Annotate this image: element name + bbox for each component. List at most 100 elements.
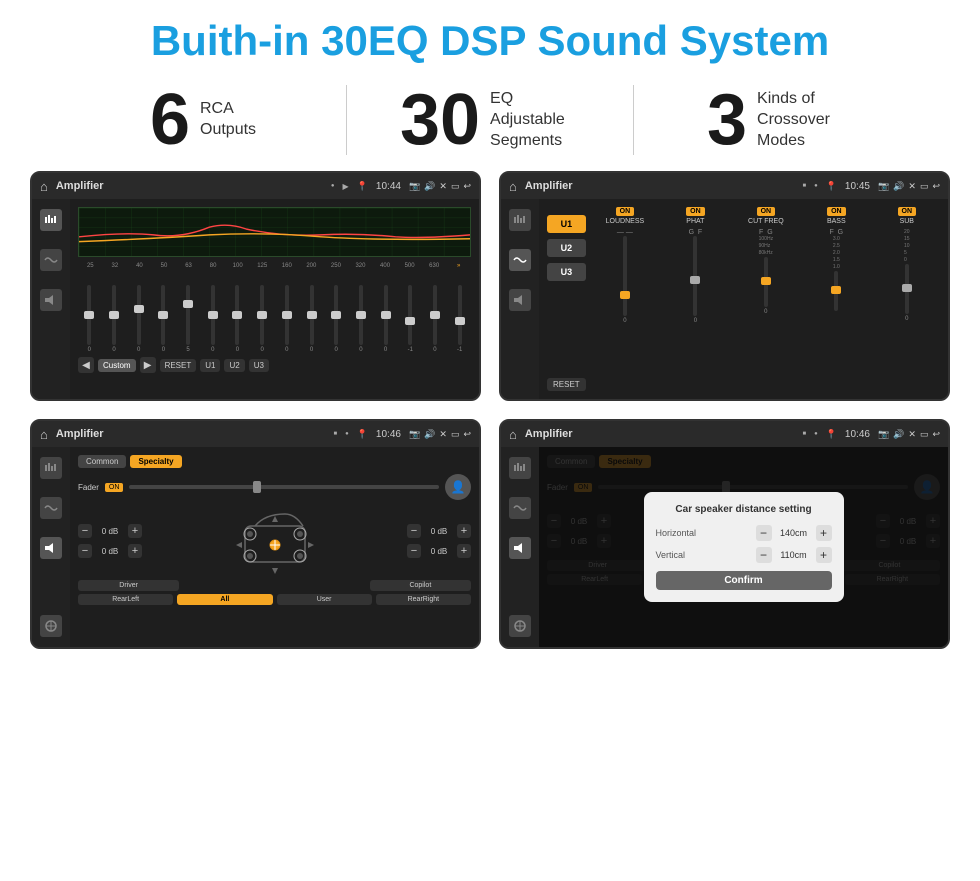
cutfreq-on[interactable]: ON bbox=[757, 207, 776, 216]
screen2-wave-icon[interactable] bbox=[509, 249, 531, 271]
screen4-eq-icon[interactable] bbox=[509, 457, 531, 479]
right-plus-1[interactable]: + bbox=[457, 524, 471, 538]
horizontal-value-row: − 140cm + bbox=[756, 525, 832, 541]
u1-btn[interactable]: U1 bbox=[200, 359, 220, 372]
driver-btn[interactable]: Driver bbox=[78, 580, 179, 591]
reset-btn[interactable]: RESET bbox=[160, 359, 197, 372]
screen2-sidebar bbox=[501, 199, 539, 399]
bass-slider[interactable] bbox=[834, 271, 838, 311]
right-minus-2[interactable]: − bbox=[407, 544, 421, 558]
u2-select-btn[interactable]: U2 bbox=[547, 239, 586, 257]
fader-slider[interactable] bbox=[129, 485, 439, 489]
screen2-home-icon[interactable]: ⌂ bbox=[509, 179, 517, 194]
screen4-home-icon[interactable]: ⌂ bbox=[509, 427, 517, 442]
fader-on-badge[interactable]: ON bbox=[105, 483, 124, 492]
eq-slider-3[interactable]: 0 bbox=[152, 273, 175, 353]
all-btn[interactable]: All bbox=[177, 594, 272, 605]
user-btn[interactable]: User bbox=[277, 594, 372, 605]
screen2-speaker-icon[interactable] bbox=[509, 289, 531, 311]
loudness-on[interactable]: ON bbox=[616, 207, 635, 216]
screen3-home-icon[interactable]: ⌂ bbox=[40, 427, 48, 442]
sidebar-eq-icon[interactable] bbox=[40, 209, 62, 231]
screen4-speaker-icon[interactable] bbox=[509, 537, 531, 559]
eq-slider-11[interactable]: 0 bbox=[350, 273, 373, 353]
sub-slider[interactable] bbox=[905, 264, 909, 314]
confirm-button[interactable]: Confirm bbox=[656, 571, 832, 590]
screen3-back-icon[interactable]: ↩ bbox=[463, 429, 471, 440]
eq-slider-10[interactable]: 0 bbox=[325, 273, 348, 353]
screen4-dot2: ● bbox=[814, 431, 818, 437]
freq-250: 250 bbox=[324, 263, 349, 269]
eq-slider-4[interactable]: 5 bbox=[177, 273, 200, 353]
screen1-rect-icon: ▭ bbox=[451, 181, 460, 192]
eq-slider-2[interactable]: 0 bbox=[127, 273, 150, 353]
left-db-val2: 0 dB bbox=[96, 547, 124, 556]
left-minus-1[interactable]: − bbox=[78, 524, 92, 538]
amp2-reset-btn[interactable]: RESET bbox=[547, 378, 586, 391]
screen3-title: Amplifier bbox=[56, 428, 326, 440]
vertical-plus-btn[interactable]: + bbox=[816, 547, 832, 563]
rearright-btn[interactable]: RearRight bbox=[376, 594, 471, 605]
rearleft-btn[interactable]: RearLeft bbox=[78, 594, 173, 605]
screen4-sidebar bbox=[501, 447, 539, 647]
right-minus-1[interactable]: − bbox=[407, 524, 421, 538]
bass-on[interactable]: ON bbox=[827, 207, 846, 216]
eq-slider-15[interactable]: -1 bbox=[448, 273, 471, 353]
dialog-vertical-row: Vertical − 110cm + bbox=[656, 547, 832, 563]
u3-btn[interactable]: U3 bbox=[249, 359, 269, 372]
u3-select-btn[interactable]: U3 bbox=[547, 263, 586, 281]
sub-on[interactable]: ON bbox=[898, 207, 917, 216]
freq-200: 200 bbox=[299, 263, 324, 269]
phat-on[interactable]: ON bbox=[686, 207, 705, 216]
fader-avatar[interactable]: 👤 bbox=[445, 474, 471, 500]
left-minus-2[interactable]: − bbox=[78, 544, 92, 558]
loudness-slider[interactable] bbox=[623, 236, 627, 316]
copilot-btn[interactable]: Copilot bbox=[370, 580, 471, 591]
sidebar-wave-icon[interactable] bbox=[40, 249, 62, 271]
screen3-wave-icon[interactable] bbox=[40, 497, 62, 519]
eq-slider-5[interactable]: 0 bbox=[201, 273, 224, 353]
common-tab[interactable]: Common bbox=[78, 455, 126, 468]
freq-expand[interactable]: » bbox=[446, 263, 471, 269]
screen3-eq-icon[interactable] bbox=[40, 457, 62, 479]
bass-control: ON BASS F G 3.02.52.01.51.0 bbox=[803, 207, 869, 391]
screen1-home-icon[interactable]: ⌂ bbox=[40, 179, 48, 194]
specialty-tab[interactable]: Specialty bbox=[130, 455, 181, 468]
screen1-dot1: ● bbox=[331, 183, 335, 189]
screen1-back-icon[interactable]: ↩ bbox=[463, 181, 471, 192]
cutfreq-slider[interactable] bbox=[764, 257, 768, 307]
cutfreq-freqs: 100Hz90Hz80kHz bbox=[759, 236, 773, 257]
u2-btn[interactable]: U2 bbox=[224, 359, 244, 372]
left-plus-2[interactable]: + bbox=[128, 544, 142, 558]
amp2-controls-row: ON LOUDNESS — — 0 ON PHAT G F bbox=[592, 207, 940, 391]
eq-slider-14[interactable]: 0 bbox=[424, 273, 447, 353]
sidebar-speaker-icon[interactable] bbox=[40, 289, 62, 311]
eq-slider-6[interactable]: 0 bbox=[226, 273, 249, 353]
phat-slider[interactable] bbox=[693, 236, 697, 316]
eq-slider-1[interactable]: 0 bbox=[103, 273, 126, 353]
screen2-back-icon[interactable]: ↩ bbox=[932, 181, 940, 192]
sub-scale: 0 bbox=[905, 316, 908, 322]
u1-select-btn[interactable]: U1 bbox=[547, 215, 586, 233]
eq-slider-0[interactable]: 0 bbox=[78, 273, 101, 353]
eq-prev-btn[interactable]: ◀ bbox=[78, 357, 94, 373]
vertical-minus-btn[interactable]: − bbox=[756, 547, 772, 563]
screen4-wave-icon[interactable] bbox=[509, 497, 531, 519]
horizontal-plus-btn[interactable]: + bbox=[816, 525, 832, 541]
screen4-balance-icon[interactable] bbox=[509, 615, 531, 637]
eq-slider-8[interactable]: 0 bbox=[276, 273, 299, 353]
left-plus-1[interactable]: + bbox=[128, 524, 142, 538]
eq-next-btn[interactable]: ▶ bbox=[140, 357, 156, 373]
screen2-eq-icon[interactable] bbox=[509, 209, 531, 231]
screen3-balance-icon[interactable] bbox=[40, 615, 62, 637]
eq-slider-7[interactable]: 0 bbox=[251, 273, 274, 353]
horizontal-minus-btn[interactable]: − bbox=[756, 525, 772, 541]
phat-gf: G F bbox=[689, 229, 703, 236]
custom-btn[interactable]: Custom bbox=[98, 359, 136, 372]
eq-slider-12[interactable]: 0 bbox=[374, 273, 397, 353]
eq-slider-13[interactable]: -1 bbox=[399, 273, 422, 353]
eq-slider-9[interactable]: 0 bbox=[300, 273, 323, 353]
right-plus-2[interactable]: + bbox=[457, 544, 471, 558]
screen3-speaker-icon[interactable] bbox=[40, 537, 62, 559]
screen4-back-icon[interactable]: ↩ bbox=[932, 429, 940, 440]
